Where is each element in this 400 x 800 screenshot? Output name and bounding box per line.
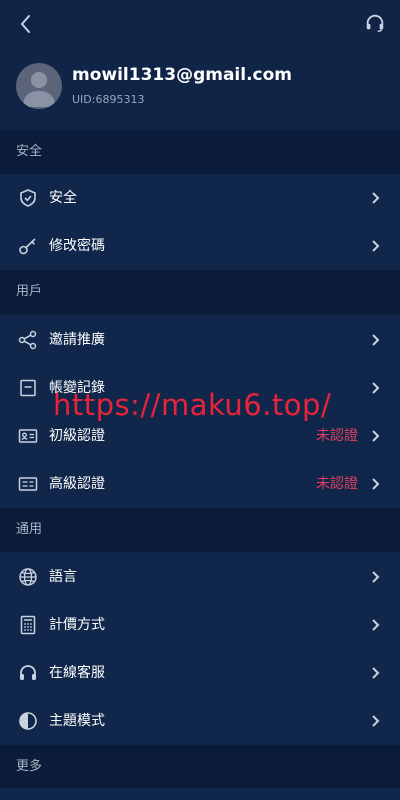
menu-item-label: 主題模式: [49, 713, 105, 729]
menu-item-label: 修改密碼: [49, 238, 105, 254]
chevron-right-icon: [372, 382, 380, 394]
menu-list-continuation: [0, 788, 400, 800]
user-silhouette-icon: [23, 72, 55, 107]
user-uid: UID:6895313: [72, 93, 145, 106]
calculator-icon: [20, 615, 36, 635]
contrast-icon: [19, 712, 37, 730]
menu-item-change-password[interactable]: 修改密碼: [0, 222, 400, 270]
top-bar: [0, 0, 400, 48]
headset-icon: [366, 14, 384, 32]
chevron-right-icon: [372, 478, 380, 490]
menu-item-invite[interactable]: 邀請推廣: [0, 316, 400, 364]
verification-status: 未認證: [316, 476, 358, 492]
id-card-advanced-icon: [18, 477, 38, 491]
chevron-left-icon: [21, 15, 30, 33]
section-header-more: 更多: [0, 745, 400, 789]
menu-item-theme-mode[interactable]: 主題模式: [0, 697, 400, 745]
profile-header: mowil1313@gmail.com UID:6895313: [0, 48, 400, 130]
id-card-icon: [18, 429, 38, 443]
menu-item-online-support[interactable]: 在線客服: [0, 649, 400, 697]
menu-item-security[interactable]: 安全: [0, 174, 400, 222]
watermark-url: https://maku6.top/: [53, 388, 332, 422]
chevron-right-icon: [372, 334, 380, 346]
key-icon: [19, 238, 36, 255]
section-header-security: 安全: [0, 130, 400, 174]
menu-item-label: 高級認證: [49, 476, 105, 492]
menu-item-label: 安全: [49, 190, 77, 206]
menu-item-label: 計價方式: [49, 617, 105, 633]
headset-support-button[interactable]: [364, 12, 386, 34]
avatar: [16, 63, 62, 109]
chevron-right-icon: [372, 240, 380, 252]
chevron-right-icon: [372, 430, 380, 442]
chevron-right-icon: [372, 192, 380, 204]
chevron-right-icon: [372, 571, 380, 583]
headset-icon: [20, 665, 36, 680]
chevron-right-icon: [372, 619, 380, 631]
share-icon: [18, 330, 37, 350]
menu-item-pricing-method[interactable]: 計價方式: [0, 601, 400, 649]
document-icon: [20, 379, 36, 397]
menu-item-label: 語言: [49, 569, 77, 585]
menu-item-label: 在線客服: [49, 665, 105, 681]
user-email: mowil1313@gmail.com: [72, 65, 293, 85]
section-header-user: 用戶: [0, 270, 400, 314]
menu-item-language[interactable]: 語言: [0, 553, 400, 601]
menu-item-advanced-verification[interactable]: 高級認證 未認證: [0, 460, 400, 508]
menu-item-label: 邀請推廣: [49, 332, 105, 348]
chevron-right-icon: [372, 715, 380, 727]
globe-icon: [19, 568, 37, 586]
shield-icon: [20, 189, 36, 207]
section-header-general: 通用: [0, 508, 400, 552]
chevron-right-icon: [372, 667, 380, 679]
back-button[interactable]: [14, 12, 38, 36]
